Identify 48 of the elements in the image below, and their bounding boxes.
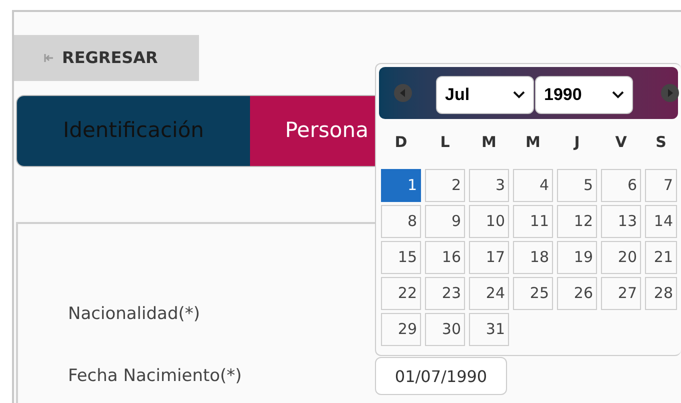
back-arrow-icon [44, 54, 54, 62]
day-cell[interactable]: 25 [513, 277, 553, 310]
weekday-label: J [572, 132, 581, 153]
year-select[interactable]: 1990 [535, 76, 633, 114]
day-cell[interactable]: 7 [645, 169, 677, 202]
back-button[interactable]: REGRESAR [14, 35, 199, 81]
day-cell[interactable]: 27 [601, 277, 641, 310]
day-cell[interactable]: 8 [381, 205, 421, 238]
day-cell[interactable]: 22 [381, 277, 421, 310]
weekday-label: V [614, 132, 628, 153]
day-cell[interactable]: 5 [557, 169, 597, 202]
day-cell[interactable]: 16 [425, 241, 465, 274]
day-cell[interactable]: 6 [601, 169, 641, 202]
day-cell[interactable]: 24 [469, 277, 509, 310]
day-cell[interactable]: 19 [557, 241, 597, 274]
day-cell[interactable]: 21 [645, 241, 677, 274]
month-select[interactable]: Jul [436, 76, 534, 114]
weekday-label: L [439, 132, 451, 153]
field-label: Fecha Nacimiento(*) [68, 365, 242, 388]
day-cell[interactable]: 31 [469, 313, 509, 346]
day-cell[interactable]: 20 [601, 241, 641, 274]
chevron-down-icon [612, 91, 624, 99]
weekday-label: M [524, 132, 542, 153]
day-cell[interactable]: 2 [425, 169, 465, 202]
day-cell[interactable]: 3 [469, 169, 509, 202]
next-month-icon[interactable] [661, 84, 679, 102]
day-cell[interactable]: 29 [381, 313, 421, 346]
day-cell[interactable]: 17 [469, 241, 509, 274]
day-cell[interactable]: 23 [425, 277, 465, 310]
day-cell[interactable]: 15 [381, 241, 421, 274]
day-cell[interactable]: 30 [425, 313, 465, 346]
day-cell[interactable]: 10 [469, 205, 509, 238]
day-cell[interactable]: 11 [513, 205, 553, 238]
day-cell[interactable]: 13 [601, 205, 641, 238]
weekday-label: D [394, 132, 408, 153]
chevron-down-icon [513, 91, 525, 99]
field-label: Nacionalidad(*) [68, 303, 200, 326]
weekday-label: S [654, 132, 668, 153]
day-cell[interactable]: 12 [557, 205, 597, 238]
day-cell[interactable]: 18 [513, 241, 553, 274]
day-cell[interactable]: 1 [381, 169, 421, 202]
day-cell[interactable]: 26 [557, 277, 597, 310]
day-cell[interactable]: 9 [425, 205, 465, 238]
date-input[interactable]: 01/07/1990 [375, 357, 507, 395]
day-cell[interactable]: 14 [645, 205, 677, 238]
day-cell[interactable]: 4 [513, 169, 553, 202]
day-cell[interactable]: 28 [645, 277, 677, 310]
weekday-label: M [480, 132, 498, 153]
